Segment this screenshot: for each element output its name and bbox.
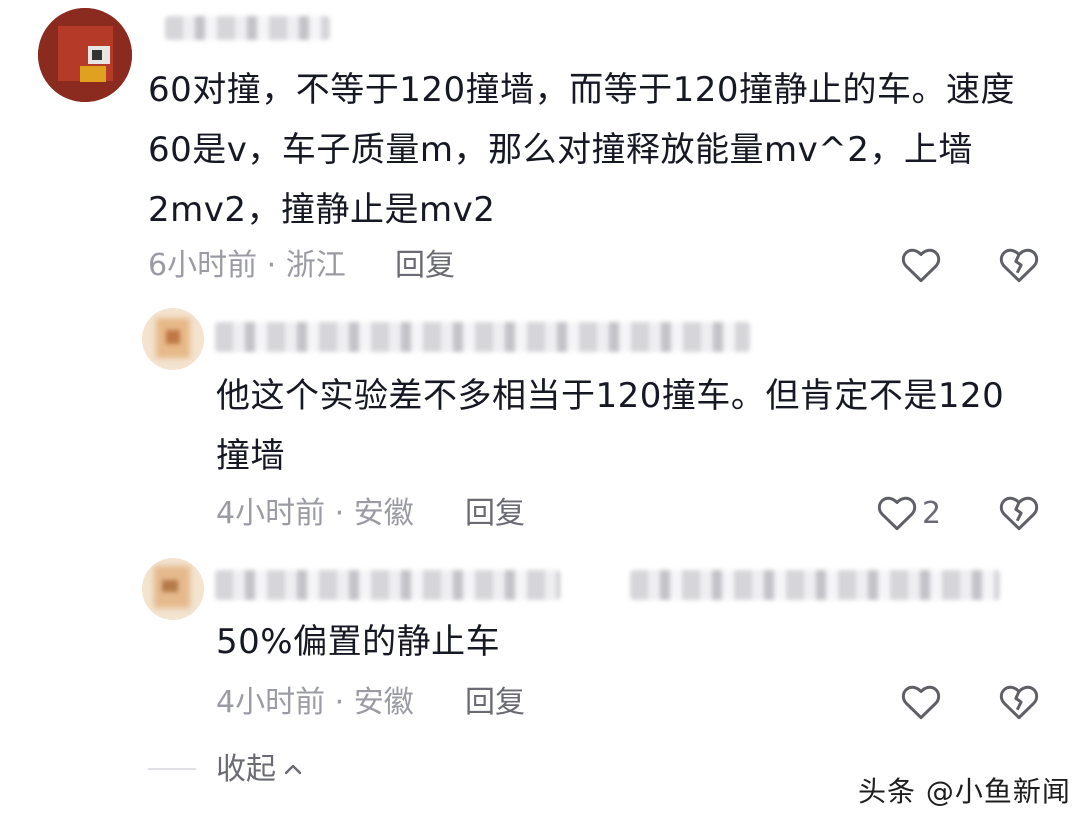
heart-outline-icon[interactable] bbox=[876, 492, 918, 532]
reply-author-name[interactable] bbox=[215, 322, 750, 352]
comment-time-location: 6小时前 · 浙江 bbox=[148, 248, 346, 283]
reply-to-name[interactable] bbox=[630, 570, 1000, 600]
reply-time-location: 4小时前 · 安徽 bbox=[216, 685, 414, 720]
reply-body: 50%偏置的静止车 bbox=[216, 612, 1056, 672]
comment-line: 2mv2，撞静止是mv2 bbox=[148, 190, 496, 230]
comment-body: 60对撞，不等于120撞墙，而等于120撞静止的车。速度 60是v，车子质量m，… bbox=[148, 60, 1048, 240]
broken-heart-icon[interactable] bbox=[998, 681, 1040, 721]
heart-outline-icon[interactable] bbox=[900, 244, 942, 284]
broken-heart-icon[interactable] bbox=[998, 492, 1040, 532]
reply-time-location: 4小时前 · 安徽 bbox=[216, 496, 414, 531]
collapse-label: 收起 bbox=[216, 752, 276, 787]
reply-button[interactable]: 回复 bbox=[465, 683, 525, 723]
reply-button[interactable]: 回复 bbox=[465, 494, 525, 534]
comment-line: 60是v，车子质量m，那么对撞释放能量mv^2，上墙 bbox=[148, 130, 973, 170]
like-count: 2 bbox=[922, 496, 942, 531]
heart-outline-icon[interactable] bbox=[900, 681, 942, 721]
comment-line: 60对撞，不等于120撞墙，而等于120撞静止的车。速度 bbox=[148, 70, 1016, 110]
reply-author-name[interactable] bbox=[215, 570, 560, 600]
chevron-up-icon bbox=[282, 759, 304, 781]
collapse-replies-button[interactable]: 收起 bbox=[216, 750, 304, 790]
reply-button[interactable]: 回复 bbox=[395, 246, 455, 286]
reply-avatar[interactable] bbox=[142, 558, 204, 620]
collapse-divider bbox=[148, 768, 196, 770]
reply-line: 撞墙 bbox=[216, 436, 285, 476]
watermark: 头条 @小鱼新闻 bbox=[858, 775, 1071, 808]
broken-heart-icon[interactable] bbox=[998, 244, 1040, 284]
reply-body: 他这个实验差不多相当于120撞车。但肯定不是120 撞墙 bbox=[216, 366, 1056, 486]
commenter-name[interactable] bbox=[165, 16, 330, 40]
reply-line: 他这个实验差不多相当于120撞车。但肯定不是120 bbox=[216, 376, 1005, 416]
reply-avatar[interactable] bbox=[142, 308, 204, 370]
commenter-avatar[interactable] bbox=[38, 8, 132, 102]
reply-line: 50%偏置的静止车 bbox=[216, 622, 501, 662]
